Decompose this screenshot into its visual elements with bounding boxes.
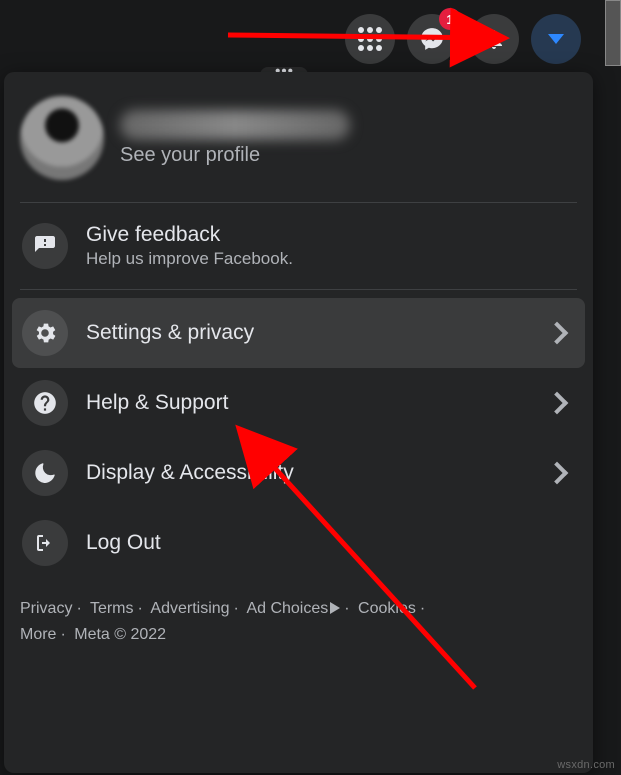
settings-label: Settings & privacy <box>86 321 531 345</box>
account-dropdown-panel: See your profile Give feedback Help us i… <box>4 72 593 773</box>
chevron-right-icon <box>546 392 569 415</box>
bell-icon <box>482 27 506 51</box>
footer-ad-choices[interactable]: Ad Choices <box>246 600 340 617</box>
feedback-icon <box>22 223 68 269</box>
help-support-item[interactable]: Help & Support <box>12 368 585 438</box>
help-icon <box>22 380 68 426</box>
footer-more[interactable]: More <box>20 626 56 643</box>
adchoices-icon <box>330 602 340 614</box>
profile-texts: See your profile <box>120 110 350 167</box>
profile-row[interactable]: See your profile <box>4 82 593 202</box>
caret-down-icon <box>548 34 564 44</box>
apps-grid-icon <box>358 27 382 51</box>
display-label: Display & Accessibility <box>86 461 531 485</box>
logout-icon <box>22 520 68 566</box>
display-accessibility-item[interactable]: Display & Accessibility <box>12 438 585 508</box>
footer-meta: Meta © 2022 <box>74 626 166 643</box>
footer-cookies[interactable]: Cookies <box>358 600 416 617</box>
chevron-right-icon <box>546 322 569 345</box>
watermark: wsxdn.com <box>557 759 615 771</box>
avatar <box>20 96 104 180</box>
logout-label: Log Out <box>86 531 575 555</box>
chevron-right-icon <box>546 462 569 485</box>
profile-name-redacted <box>120 110 350 140</box>
account-menu-button[interactable] <box>531 14 581 64</box>
footer-links: Privacy· Terms· Advertising· Ad Choices·… <box>4 586 593 655</box>
see-profile-label: See your profile <box>120 144 350 167</box>
footer-terms[interactable]: Terms <box>90 600 134 617</box>
feedback-title: Give feedback <box>86 223 575 247</box>
footer-advertising[interactable]: Advertising <box>150 600 229 617</box>
logout-item[interactable]: Log Out <box>12 508 585 578</box>
settings-privacy-item[interactable]: Settings & privacy <box>12 298 585 368</box>
moon-icon <box>22 450 68 496</box>
messenger-badge: 1 <box>439 8 461 30</box>
give-feedback-item[interactable]: Give feedback Help us improve Facebook. <box>12 211 585 281</box>
help-label: Help & Support <box>86 391 531 415</box>
gear-icon <box>22 310 68 356</box>
notifications-button[interactable] <box>469 14 519 64</box>
footer-privacy[interactable]: Privacy <box>20 600 72 617</box>
messenger-icon <box>419 26 445 52</box>
menu-button[interactable] <box>345 14 395 64</box>
feedback-subtitle: Help us improve Facebook. <box>86 249 575 269</box>
messenger-button[interactable]: 1 <box>407 14 457 64</box>
top-nav: 1 <box>345 14 581 64</box>
window-scrollbar[interactable] <box>605 0 621 66</box>
